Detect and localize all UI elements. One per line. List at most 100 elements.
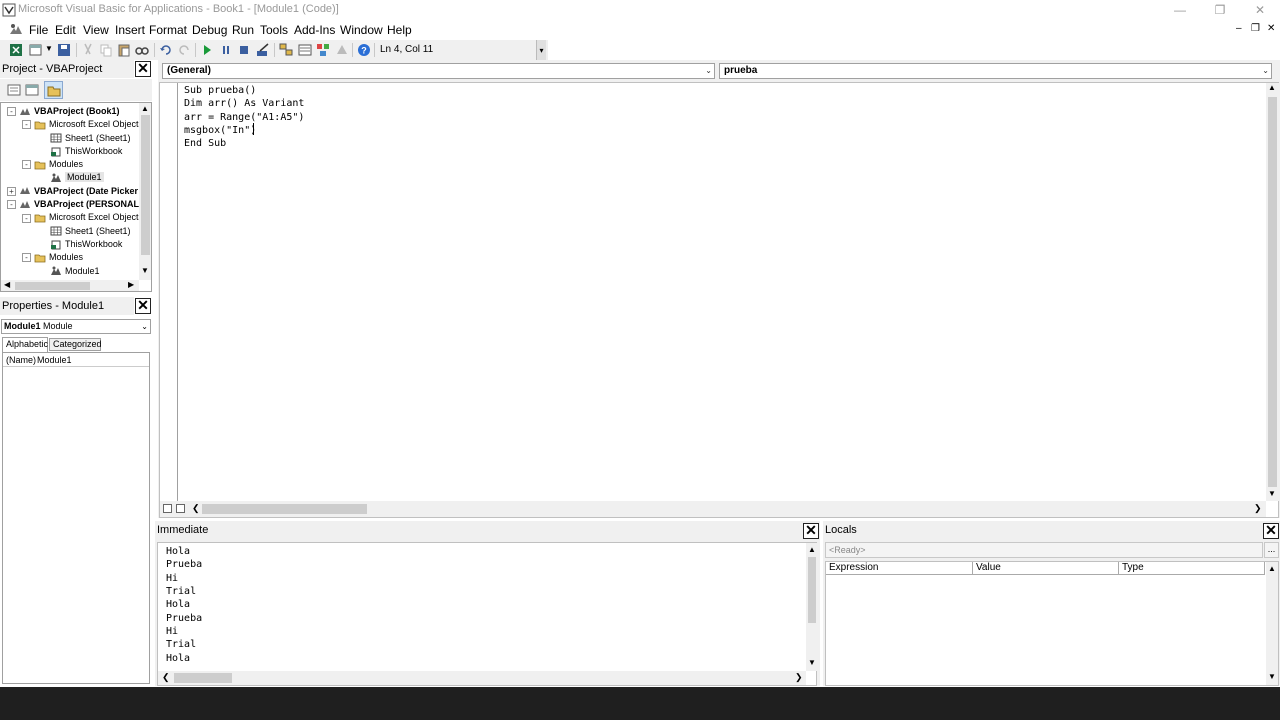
chevron-down-icon[interactable]: ⌄ bbox=[141, 320, 148, 333]
project-tree-vscrollbar[interactable]: ▲ ▼ bbox=[139, 103, 151, 280]
call-stack-button[interactable]: ... bbox=[1264, 542, 1279, 558]
save-icon[interactable] bbox=[56, 42, 72, 58]
column-value[interactable]: Value bbox=[973, 562, 1119, 575]
immediate-line[interactable]: Prueba bbox=[166, 612, 202, 625]
collapse-icon[interactable]: - bbox=[22, 120, 31, 130]
tree-node[interactable]: - Modules bbox=[1, 251, 139, 264]
tree-node[interactable]: Sheet1 (Sheet1) bbox=[1, 132, 139, 145]
find-icon[interactable] bbox=[134, 42, 150, 58]
code-line[interactable]: Sub prueba() bbox=[184, 84, 304, 97]
restore-button[interactable]: ❐ bbox=[1200, 0, 1240, 20]
immediate-line[interactable]: Prueba bbox=[166, 558, 202, 571]
scroll-up-icon[interactable]: ▲ bbox=[1268, 564, 1276, 573]
scroll-down-icon[interactable]: ▼ bbox=[808, 658, 816, 667]
toggle-folders-button[interactable] bbox=[44, 81, 63, 99]
scroll-down-icon[interactable]: ▼ bbox=[141, 266, 149, 275]
chevron-down-icon[interactable]: ▼ bbox=[45, 44, 53, 53]
tab-alphabetic[interactable]: Alphabetic bbox=[2, 337, 48, 352]
close-locals-button[interactable]: ✕ bbox=[1263, 523, 1279, 539]
collapse-icon[interactable]: - bbox=[22, 213, 31, 223]
expand-icon[interactable]: + bbox=[7, 186, 16, 196]
tree-node[interactable]: - VBAProject (PERSONAL. bbox=[1, 198, 142, 211]
code-hscrollbar[interactable]: ❮ ❯ bbox=[160, 501, 1266, 517]
scroll-thumb[interactable] bbox=[15, 282, 90, 290]
close-project-pane-button[interactable]: ✕ bbox=[135, 61, 151, 77]
project-explorer-icon[interactable] bbox=[278, 42, 294, 58]
break-icon[interactable] bbox=[218, 42, 234, 58]
tree-node[interactable]: Sheet1 (Sheet1) bbox=[1, 225, 139, 238]
chevron-down-icon[interactable]: ⌄ bbox=[1262, 64, 1269, 78]
tab-categorized[interactable]: Categorized bbox=[49, 338, 102, 351]
view-object-icon[interactable] bbox=[25, 83, 39, 97]
collapse-icon[interactable]: - bbox=[7, 107, 16, 117]
tree-node[interactable]: - VBAProject (Book1) bbox=[1, 105, 139, 118]
tree-node[interactable]: Module1 bbox=[1, 265, 139, 278]
minimize-button[interactable]: — bbox=[1160, 0, 1200, 20]
redo-icon[interactable] bbox=[176, 42, 192, 58]
view-code-icon[interactable] bbox=[7, 83, 21, 97]
immediate-output[interactable]: Hola Prueba Hi Trial Hola Prueba Hi Trial Hola ▲… bbox=[157, 542, 818, 686]
tree-node[interactable]: ThisWorkbook bbox=[1, 145, 139, 158]
code-window-icon[interactable] bbox=[8, 22, 24, 38]
code-line[interactable]: End Sub bbox=[184, 137, 304, 150]
scroll-left-icon[interactable]: ❮ bbox=[162, 672, 170, 683]
code-line[interactable]: msgbox("In") bbox=[184, 124, 304, 137]
tree-node[interactable]: - Microsoft Excel Objects bbox=[1, 118, 143, 131]
toolbox-icon[interactable] bbox=[334, 42, 350, 58]
immediate-line[interactable]: Trial bbox=[166, 585, 202, 598]
scroll-down-icon[interactable]: ▼ bbox=[1268, 489, 1276, 498]
immediate-hscrollbar[interactable]: ❮ ❯ bbox=[158, 671, 806, 685]
close-window-button[interactable]: ✕ bbox=[1240, 0, 1280, 20]
immediate-line[interactable]: Hola bbox=[166, 598, 202, 611]
code-editor[interactable]: Sub prueba() Dim arr() As Variant arr = Ra… bbox=[159, 82, 1279, 518]
cut-icon[interactable] bbox=[80, 42, 96, 58]
chevron-down-icon[interactable]: ⌄ bbox=[705, 64, 712, 78]
menu-tools[interactable]: Tools bbox=[260, 23, 288, 37]
mdi-minimize-button[interactable]: – bbox=[1236, 23, 1242, 34]
menu-edit[interactable]: Edit bbox=[55, 23, 76, 37]
immediate-line[interactable]: Hola bbox=[166, 545, 202, 558]
menu-format[interactable]: Format bbox=[149, 23, 187, 37]
scroll-thumb[interactable] bbox=[174, 673, 232, 683]
run-icon[interactable] bbox=[199, 42, 215, 58]
scroll-up-icon[interactable]: ▲ bbox=[141, 104, 149, 113]
code-line[interactable]: Dim arr() As Variant bbox=[184, 97, 304, 110]
scroll-left-icon[interactable]: ❮ bbox=[192, 503, 200, 514]
mdi-close-button[interactable]: ✕ bbox=[1267, 23, 1275, 34]
code-line[interactable]: arr = Range("A1:A5") bbox=[184, 111, 304, 124]
object-browser-icon[interactable] bbox=[315, 42, 331, 58]
close-immediate-button[interactable]: ✕ bbox=[803, 523, 819, 539]
scroll-down-icon[interactable]: ▼ bbox=[1268, 672, 1276, 681]
property-row[interactable]: (Name) Module1 bbox=[3, 354, 149, 367]
collapse-icon[interactable]: - bbox=[7, 200, 16, 210]
menu-window[interactable]: Window bbox=[340, 23, 383, 37]
immediate-line[interactable]: Hi bbox=[166, 625, 202, 638]
locals-vscrollbar[interactable]: ▲ ▼ bbox=[1266, 562, 1278, 685]
column-type[interactable]: Type bbox=[1119, 562, 1265, 575]
scroll-thumb[interactable] bbox=[808, 557, 816, 623]
tree-node[interactable]: + VBAProject (Date Picker bbox=[1, 185, 139, 198]
menu-insert[interactable]: Insert bbox=[115, 23, 145, 37]
design-mode-icon[interactable] bbox=[255, 42, 271, 58]
project-tree-hscrollbar[interactable]: ◀ ▶ bbox=[1, 280, 139, 291]
close-properties-pane-button[interactable]: ✕ bbox=[135, 298, 151, 314]
procedure-combo[interactable]: prueba ⌄ bbox=[719, 63, 1272, 79]
scroll-right-icon[interactable]: ❯ bbox=[1254, 503, 1262, 514]
menu-help[interactable]: Help bbox=[387, 23, 412, 37]
menu-add-ins[interactable]: Add-Ins bbox=[294, 23, 335, 37]
paste-icon[interactable] bbox=[116, 42, 132, 58]
toolbar-options-button[interactable]: ▾ bbox=[536, 40, 546, 60]
reset-icon[interactable] bbox=[236, 42, 252, 58]
immediate-line[interactable]: Hi bbox=[166, 572, 202, 585]
copy-icon[interactable] bbox=[98, 42, 114, 58]
scroll-right-icon[interactable]: ▶ bbox=[128, 280, 134, 289]
full-module-view-button[interactable] bbox=[176, 504, 185, 513]
procedure-view-button[interactable] bbox=[163, 504, 172, 513]
menu-run[interactable]: Run bbox=[232, 23, 254, 37]
help-icon[interactable]: ? bbox=[356, 42, 372, 58]
menu-file[interactable]: File bbox=[29, 23, 48, 37]
tree-node[interactable]: ThisWorkbook bbox=[1, 238, 139, 251]
scroll-up-icon[interactable]: ▲ bbox=[808, 545, 816, 554]
collapse-icon[interactable]: - bbox=[22, 253, 31, 263]
excel-icon[interactable] bbox=[8, 42, 24, 58]
